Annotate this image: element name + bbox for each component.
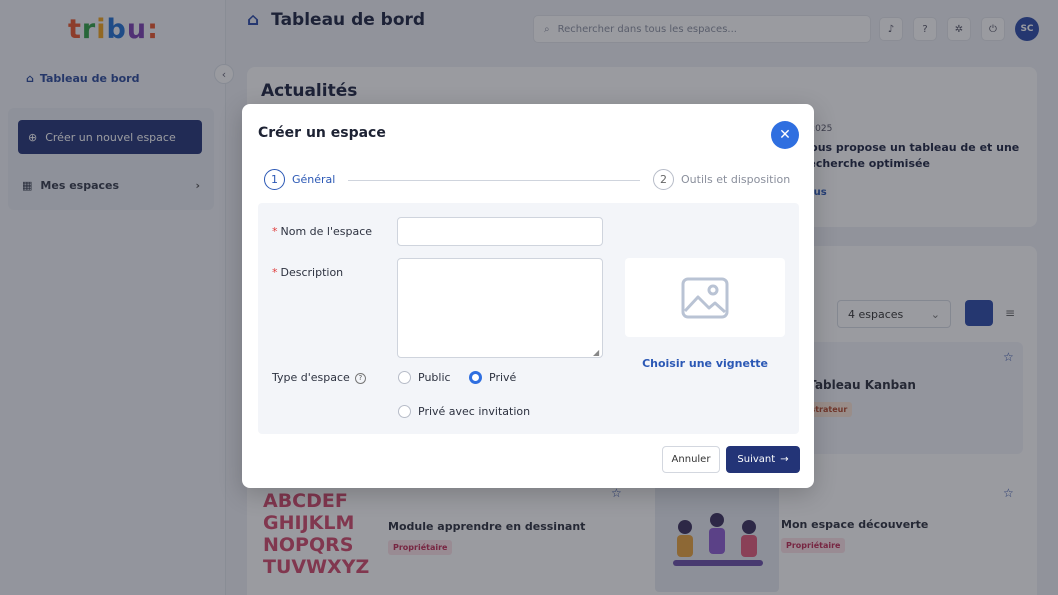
radio-private[interactable]: Privé [469,371,516,384]
description-label: * Description [272,266,343,279]
space-type-label: Type d'espace? [272,371,366,384]
radio-public[interactable]: Public [398,371,451,384]
space-type-label-text: Type d'espace [272,371,350,384]
create-space-dialog: Créer un espace ✕ 1 Général 2 Outils et … [242,104,814,488]
close-button[interactable]: ✕ [771,121,799,149]
radio-button[interactable] [469,371,482,384]
step-tools-layout: 2 Outils et disposition [653,169,790,190]
help-icon[interactable]: ? [354,372,366,384]
required-mark: * [272,266,278,279]
radio-label: Privé [489,371,517,384]
radio-button[interactable] [398,405,411,418]
stepper-divider [348,180,640,181]
next-button-label: Suivant [737,454,776,465]
radio-label: Public [418,371,451,384]
dialog-title: Créer un espace [258,125,386,141]
form-area: * Nom de l'espace * Description ◢ Type d'e… [258,203,799,434]
choose-thumbnail-link[interactable]: Choisir une vignette [625,357,785,370]
radio-private-invitation[interactable]: Privé avec invitation [398,405,530,418]
space-name-label: * Nom de l'espace [272,225,372,238]
step-number: 2 [653,169,674,190]
arrow-right-icon: → [780,454,789,465]
radio-label: Privé avec invitation [418,405,531,418]
required-mark: * [272,225,278,238]
thumbnail-preview[interactable] [625,258,785,337]
next-button[interactable]: Suivant → [726,446,800,473]
space-name-input[interactable] [397,217,603,246]
image-placeholder-icon [681,277,729,318]
description-textarea[interactable] [397,258,603,358]
description-label-text: Description [280,266,344,279]
resize-handle-icon[interactable]: ◢ [593,348,599,357]
step-label: Général [292,173,336,186]
close-icon: ✕ [779,127,791,143]
step-general: 1 Général [264,169,335,190]
step-label: Outils et disposition [681,173,791,186]
step-number: 1 [264,169,285,190]
radio-button[interactable] [398,371,411,384]
space-name-label-text: Nom de l'espace [280,225,373,238]
cancel-button[interactable]: Annuler [662,446,720,473]
